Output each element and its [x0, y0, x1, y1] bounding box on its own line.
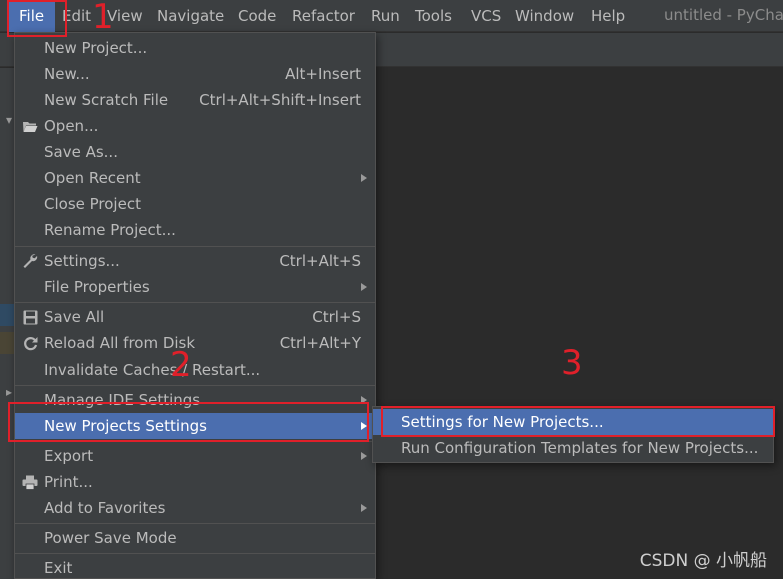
editor-area [376, 68, 783, 579]
menu-item-new-scratch-file[interactable]: New Scratch File Ctrl+Alt+Shift+Insert [15, 87, 375, 113]
menu-item-close-project[interactable]: Close Project [15, 191, 375, 217]
project-panel-strip: ▾ ▸ [0, 68, 14, 579]
submenu-arrow-icon [361, 452, 367, 460]
window-title: untitled - PyCharm [664, 6, 783, 24]
expand-marker-icon: ▾ [6, 113, 13, 127]
watermark: CSDN @ 小帆船 [639, 551, 767, 571]
menu-item-file-properties[interactable]: File Properties [15, 274, 375, 300]
menu-window[interactable]: Window [515, 0, 574, 32]
menu-item-open-recent[interactable]: Open Recent [15, 165, 375, 191]
submenu-arrow-icon [361, 174, 367, 182]
menu-refactor[interactable]: Refactor [292, 0, 355, 32]
menu-item-label: Open Recent [44, 169, 141, 187]
folder-icon [21, 113, 39, 139]
menu-help[interactable]: Help [591, 0, 625, 32]
annotation-box-file [7, 0, 67, 37]
menu-item-save-as[interactable]: Save As... [15, 139, 375, 165]
reload-icon [21, 330, 39, 356]
menu-item-print[interactable]: Print... [15, 469, 375, 495]
menu-item-label: Print... [44, 473, 93, 491]
menu-item-label: Invalidate Caches / Restart... [44, 361, 261, 379]
menu-item-label: Exit [44, 559, 73, 577]
menu-item-save-all[interactable]: Save All Ctrl+S [15, 304, 375, 330]
menu-item-power-save-mode[interactable]: Power Save Mode [15, 525, 375, 551]
annotation-box-new-projects-settings [8, 402, 369, 442]
menu-item-settings[interactable]: Settings... Ctrl+Alt+S [15, 248, 375, 274]
submenu-arrow-icon [361, 283, 367, 291]
menu-separator [15, 302, 375, 303]
file-menu-dropdown: New Project... New... Alt+Insert New Scr… [14, 32, 376, 579]
menu-item-label: Close Project [44, 195, 141, 213]
menu-item-label: Save As... [44, 143, 118, 161]
menu-item-shortcut: Ctrl+Alt+Shift+Insert [199, 91, 361, 109]
menu-run[interactable]: Run [371, 0, 400, 32]
menu-item-label: New... [44, 65, 90, 83]
menu-item-label: File Properties [44, 278, 150, 296]
printer-icon [21, 469, 39, 495]
selected-row-marker [0, 304, 14, 326]
menu-item-label: Export [44, 447, 94, 465]
menu-item-exit[interactable]: Exit [15, 555, 375, 579]
menu-item-label: Run Configuration Templates for New Proj… [401, 439, 759, 457]
annotation-box-settings-for-new-projects [381, 406, 775, 437]
annotation-number-3: 3 [561, 343, 583, 383]
menu-item-label: Add to Favorites [44, 499, 166, 517]
menu-item-export[interactable]: Export [15, 443, 375, 469]
menu-item-run-configuration-templates[interactable]: Run Configuration Templates for New Proj… [373, 435, 773, 461]
menu-separator [15, 385, 375, 386]
menu-separator [15, 246, 375, 247]
menu-code[interactable]: Code [238, 0, 276, 32]
menu-item-label: Save All [44, 308, 105, 326]
menu-separator [15, 553, 375, 554]
menu-tools[interactable]: Tools [415, 0, 452, 32]
submenu-arrow-icon [361, 504, 367, 512]
annotation-number-2: 2 [170, 345, 192, 385]
modified-row-marker [0, 332, 14, 354]
menu-navigate[interactable]: Navigate [157, 0, 224, 32]
menu-item-label: Power Save Mode [44, 529, 177, 547]
save-icon [21, 304, 39, 330]
collapse-marker-icon: ▸ [6, 385, 13, 399]
menu-vcs[interactable]: VCS [471, 0, 501, 32]
menu-item-reload-all[interactable]: Reload All from Disk Ctrl+Alt+Y [15, 330, 375, 356]
menu-item-invalidate-caches[interactable]: Invalidate Caches / Restart... [15, 357, 375, 383]
menu-item-open[interactable]: Open... [15, 113, 375, 139]
menu-item-label: Open... [44, 117, 99, 135]
menu-item-label: New Project... [44, 39, 148, 57]
annotation-number-1: 1 [92, 0, 114, 37]
menu-item-label: New Scratch File [44, 91, 169, 109]
menu-item-label: Settings... [44, 252, 120, 270]
menu-item-shortcut: Ctrl+Alt+S [279, 252, 361, 270]
menu-item-shortcut: Ctrl+Alt+Y [279, 334, 361, 352]
menu-item-add-to-favorites[interactable]: Add to Favorites [15, 495, 375, 521]
menu-item-shortcut: Alt+Insert [285, 65, 361, 83]
menu-separator [15, 523, 375, 524]
menu-item-new-project[interactable]: New Project... [15, 35, 375, 61]
menu-item-label: Rename Project... [44, 221, 176, 239]
menu-item-new[interactable]: New... Alt+Insert [15, 61, 375, 87]
wrench-icon [21, 248, 39, 274]
menu-item-rename-project[interactable]: Rename Project... [15, 217, 375, 243]
menu-item-shortcut: Ctrl+S [312, 308, 361, 326]
menu-bar: File Edit View Navigate Code Refactor Ru… [0, 0, 783, 32]
